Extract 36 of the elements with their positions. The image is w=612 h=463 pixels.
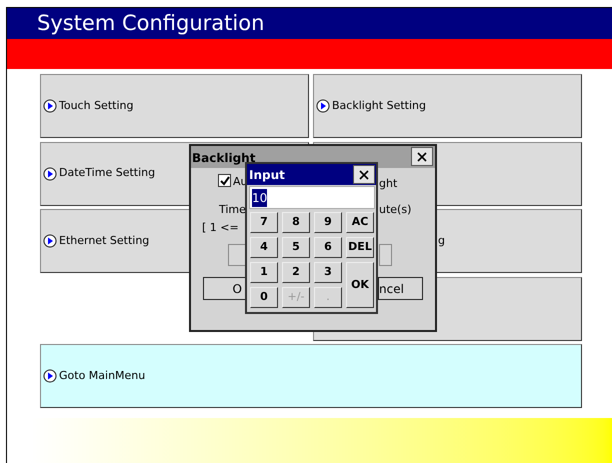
- key-button[interactable]: 4: [250, 237, 278, 258]
- key-button[interactable]: AC: [346, 212, 374, 233]
- dialog-title: Backlight: [192, 150, 256, 167]
- key-button[interactable]: 1: [250, 262, 278, 283]
- key-button[interactable]: DEL: [346, 237, 374, 258]
- arrow-circle-icon: [43, 234, 57, 248]
- key-button[interactable]: 0: [250, 287, 278, 308]
- key-button[interactable]: 8: [282, 212, 310, 233]
- menu-button[interactable]: Backlight Setting: [313, 74, 582, 138]
- arrow-circle-icon: [43, 369, 57, 383]
- key-button[interactable]: 6: [314, 237, 342, 258]
- option-label: ght: [379, 176, 398, 192]
- dialog-title: Input: [249, 167, 285, 184]
- close-button[interactable]: [411, 147, 433, 166]
- close-button[interactable]: [353, 165, 375, 184]
- key-button[interactable]: 5: [282, 237, 310, 258]
- check-icon: [220, 176, 230, 186]
- cancel-button[interactable]: ncel: [378, 277, 423, 300]
- key-button[interactable]: 7: [250, 212, 278, 233]
- key-button[interactable]: OK: [346, 262, 374, 308]
- checkbox[interactable]: [218, 174, 231, 187]
- arrow-circle-icon: [316, 99, 330, 113]
- close-icon: [359, 170, 369, 180]
- input-value: 10: [252, 188, 268, 206]
- input-field[interactable]: 10: [249, 186, 375, 209]
- ok-button[interactable]: O: [203, 277, 247, 300]
- key-button[interactable]: 2: [282, 262, 310, 283]
- menu-button[interactable]: Touch Setting: [40, 74, 309, 138]
- menu-button[interactable]: Goto MainMenu: [40, 344, 582, 408]
- range-label: [ 1 <=: [202, 220, 239, 236]
- key-button[interactable]: 9: [314, 212, 342, 233]
- arrow-circle-icon: [43, 166, 57, 180]
- key-button[interactable]: 3: [314, 262, 342, 283]
- arrow-circle-icon: [43, 99, 57, 113]
- close-icon: [417, 152, 427, 162]
- page-title: System Configuration: [37, 11, 264, 35]
